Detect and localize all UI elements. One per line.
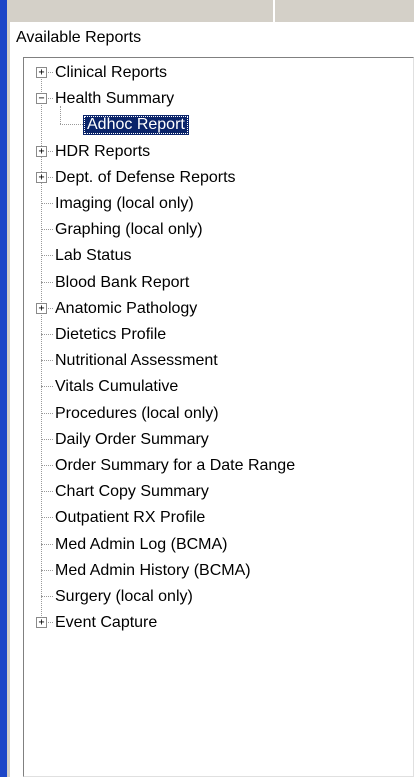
tree-branch-line [60,124,85,126]
tree-node-label[interactable]: Procedures (local only) [55,402,219,426]
tree-node-label[interactable]: Vitals Cumulative [55,375,178,399]
tree-branch-line [41,203,53,204]
tree-branch-line [41,569,53,571]
tree-node[interactable]: Outpatient RX Profile [24,506,409,530]
tree-node[interactable]: + Anatomic Pathology [24,297,409,321]
tree-branch-line [41,229,53,231]
tree-node-label[interactable]: Nutritional Assessment [55,349,218,373]
tree-node[interactable]: Imaging (local only) [24,192,409,216]
top-toolbar-strip [10,0,414,22]
tree-node-label[interactable]: Dietetics Profile [55,323,166,347]
tree-node[interactable]: Surgery (local only) [24,585,409,609]
tree-node-label[interactable]: Lab Status [55,244,132,268]
window-edge [0,0,7,777]
tree-node[interactable]: Vitals Cumulative [24,375,409,399]
tree-node[interactable]: Med Admin Log (BCMA) [24,533,409,557]
tree-node[interactable]: Med Admin History (BCMA) [24,559,409,583]
tree-node[interactable]: − Health Summary [24,87,409,111]
tree-node-label[interactable]: Anatomic Pathology [55,297,197,321]
tree-node[interactable]: + Event Capture [24,611,409,635]
tree-branch-line [41,334,53,335]
tree-node[interactable]: + HDR Reports [24,140,409,164]
tree-branch-line [41,465,53,466]
tree-branch-line [41,386,53,388]
tree-node-label[interactable]: Event Capture [55,611,157,635]
tree-node-label[interactable]: Med Admin Log (BCMA) [55,533,228,557]
tree-node[interactable]: Graphing (local only) [24,218,409,242]
expand-icon[interactable]: + [36,145,47,157]
tree-content: + Clinical Reports − Health Summary Adhoc Re… [24,58,413,776]
tree-branch-line [41,360,53,362]
tree-node-label-selected[interactable]: Adhoc Report [83,115,189,136]
tree-node[interactable]: Order Summary for a Date Range [24,454,409,478]
tree-node[interactable]: Chart Copy Summary [24,480,409,504]
tree-node-label[interactable]: Health Summary [55,87,174,111]
tree-node-label[interactable]: Imaging (local only) [55,192,194,216]
tree-node-label[interactable]: Graphing (local only) [55,218,203,242]
tree-branch-line [41,517,53,519]
tree-node-label[interactable]: Order Summary for a Date Range [55,454,295,478]
tree-node-label[interactable]: Blood Bank Report [55,271,189,295]
tree-node-label[interactable]: Surgery (local only) [55,585,193,609]
tree-node-label[interactable]: Clinical Reports [55,61,167,85]
tree-node-label[interactable]: Dept. of Defense Reports [55,166,236,190]
tree-node-label[interactable]: HDR Reports [55,140,150,164]
reports-panel: Available Reports + Clinical Reports − Heal… [10,22,414,777]
collapse-icon[interactable]: − [36,93,47,105]
tree-node[interactable]: + Clinical Reports [24,61,409,85]
tree-branch-line [41,412,53,414]
tree-branch-line [41,281,53,283]
expand-icon[interactable]: + [36,617,47,629]
tree-branch-line [41,491,53,493]
tree-node[interactable]: Blood Bank Report [24,271,409,295]
tree-branch-line [41,596,53,597]
tree-node-label[interactable]: Med Admin History (BCMA) [55,559,251,583]
tree-node-label[interactable]: Outpatient RX Profile [55,506,205,530]
tree-node[interactable]: Procedures (local only) [24,402,409,426]
expand-icon[interactable]: + [36,67,47,78]
tree-node-label[interactable]: Daily Order Summary [55,428,209,452]
tree-branch-line [41,255,53,257]
splitter[interactable] [273,0,275,22]
tree-node[interactable]: Adhoc Report [24,113,409,137]
expand-icon[interactable]: + [36,302,47,314]
tree-node[interactable]: + Dept. of Defense Reports [24,166,409,190]
tree-branch-line [41,438,53,440]
expand-icon[interactable]: + [36,171,47,183]
panel-title: Available Reports [16,29,142,46]
tree-node-label[interactable]: Chart Copy Summary [55,480,209,504]
reports-tree[interactable]: + Clinical Reports − Health Summary Adhoc Re… [23,57,414,777]
tree-node[interactable]: Nutritional Assessment [24,349,409,373]
tree-node[interactable]: Lab Status [24,244,409,268]
tree-branch-line [41,543,53,545]
tree-node[interactable]: Dietetics Profile [24,323,409,347]
tree-node[interactable]: Daily Order Summary [24,428,409,452]
